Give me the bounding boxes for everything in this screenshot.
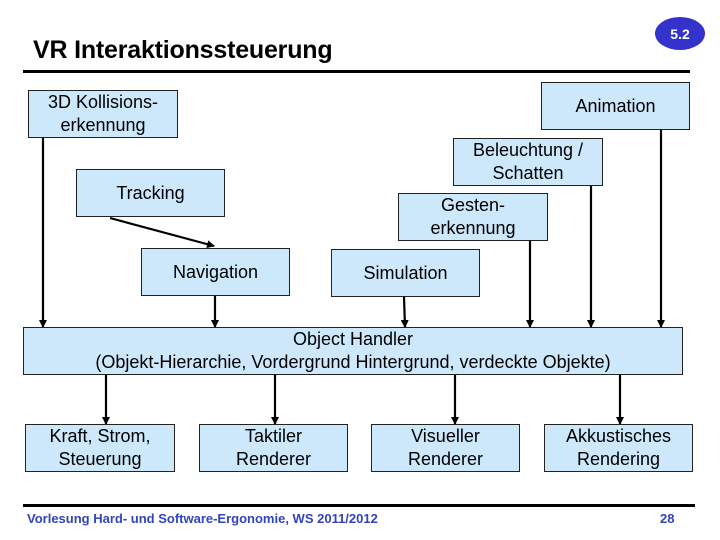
arrow-simulation-handler	[400, 296, 409, 328]
box-simulation: Simulation	[331, 249, 480, 297]
box-beleuchtung-schatten: Beleuchtung / Schatten	[453, 138, 603, 186]
footer-text: Vorlesung Hard- und Software-Ergonomie, …	[27, 511, 378, 526]
box-visueller-renderer: Visueller Renderer	[371, 424, 520, 472]
box-akkustisches-rendering: Akkustisches Rendering	[544, 424, 693, 472]
box-kollisionserkennung: 3D Kollisions- erkennung	[28, 90, 178, 138]
footer-rule	[23, 504, 695, 507]
slide-title: VR Interaktionssteuerung	[33, 36, 333, 64]
object-handler-title: Object Handler	[292, 329, 414, 349]
arrow-tracking-navigation	[109, 216, 215, 249]
page-number: 28	[660, 511, 675, 526]
box-animation: Animation	[541, 82, 690, 130]
object-handler-subtitle: (Objekt-Hierarchie, Vordergrund Hintergr…	[95, 352, 611, 372]
box-tracking: Tracking	[76, 169, 225, 217]
section-badge: 5.2	[655, 17, 705, 50]
title-rule	[23, 70, 690, 73]
box-gestenerkennung: Gesten- erkennung	[398, 193, 548, 241]
box-object-handler: Object Handler (Objekt-Hierarchie, Vorde…	[23, 327, 683, 375]
box-navigation: Navigation	[141, 248, 290, 296]
box-taktiler-renderer: Taktiler Renderer	[199, 424, 348, 472]
box-kraft-strom-steuerung: Kraft, Strom, Steuerung	[25, 424, 175, 472]
